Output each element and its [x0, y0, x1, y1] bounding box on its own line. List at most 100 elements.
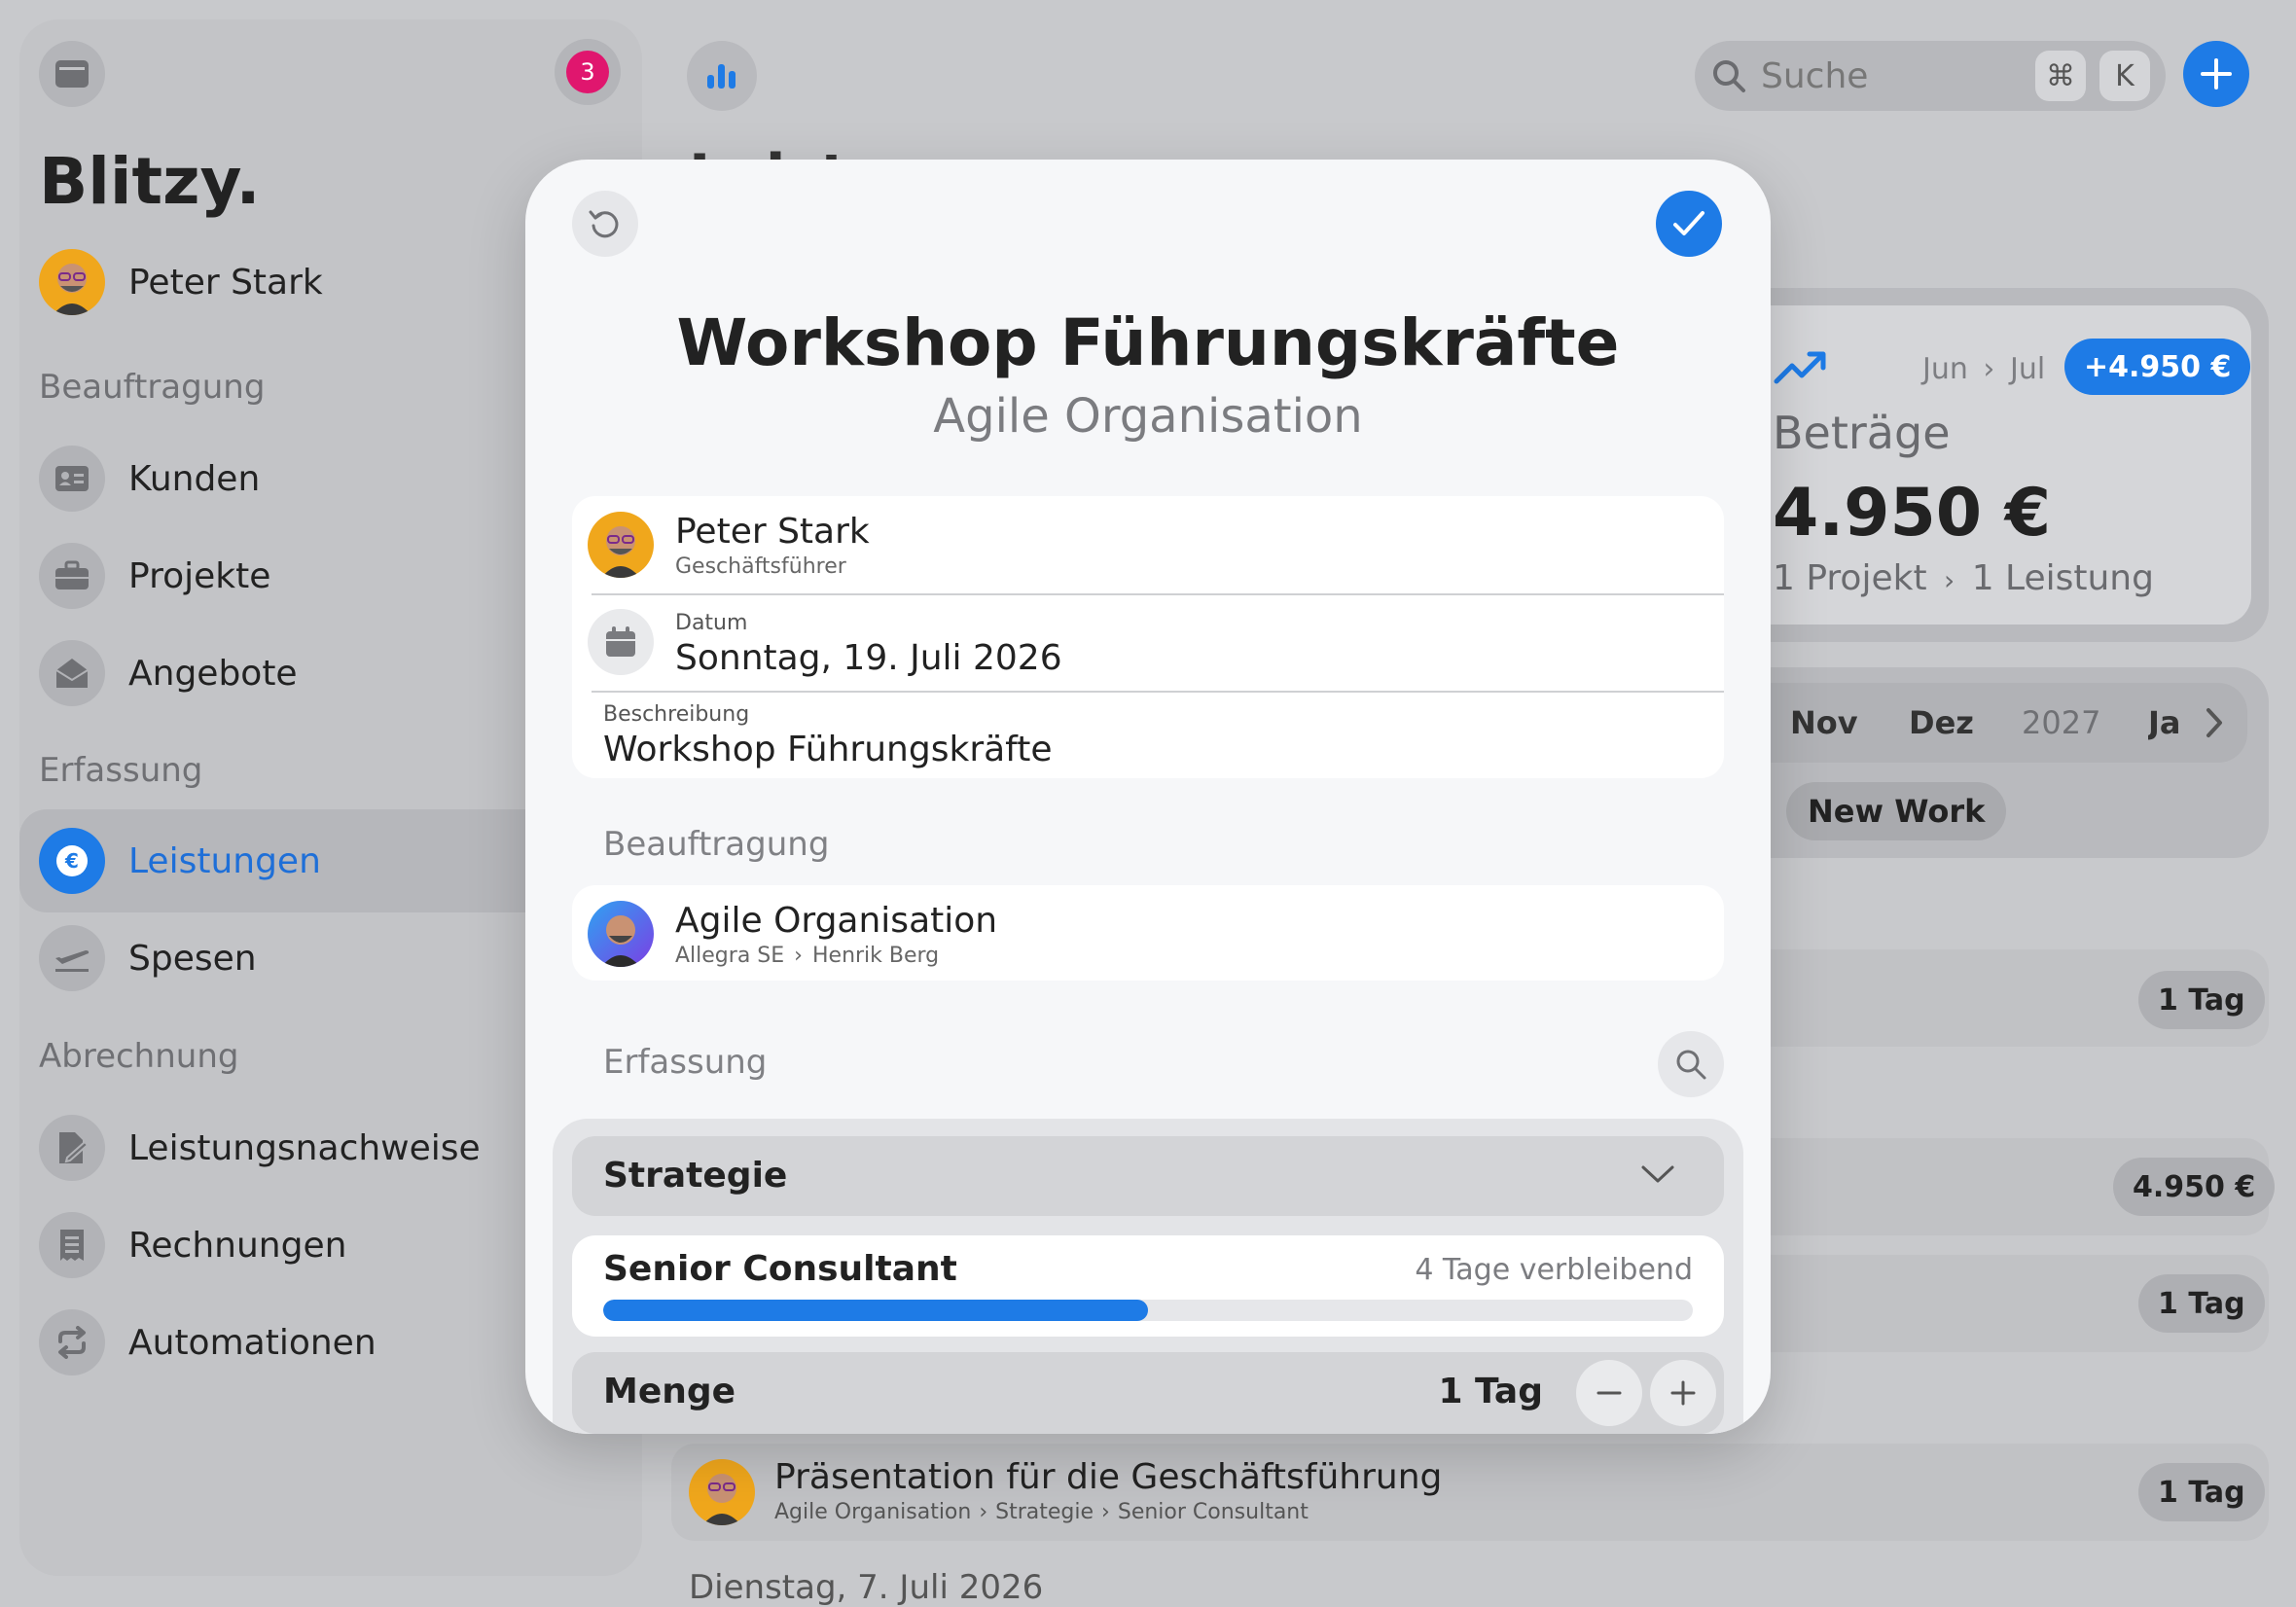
envelope-open-icon: [39, 640, 105, 706]
brand-logo: Blitzy.: [39, 144, 261, 219]
trend-up-icon: [1773, 348, 1829, 387]
section-erfassung: Erfassung: [603, 1043, 768, 1082]
undo-icon: [588, 206, 623, 241]
engagement-card[interactable]: Agile Organisation Allegra SE › Henrik B…: [572, 885, 1724, 981]
sidebar-item-label: Leistungen: [128, 840, 321, 881]
avatar: [588, 901, 654, 967]
section-beauftragung: Beauftragung: [603, 825, 830, 864]
user-name: Peter Stark: [128, 262, 323, 303]
remaining-days: 4 Tage verbleibend: [1415, 1253, 1693, 1287]
divider: [592, 593, 1724, 595]
section-erfassung: Erfassung: [39, 751, 203, 790]
increment-button[interactable]: [1650, 1360, 1716, 1426]
sidebar-item-leistungsnachweise[interactable]: Leistungsnachweise: [39, 1109, 481, 1187]
person-name[interactable]: Peter Stark: [675, 512, 870, 552]
quantity-stepper: Menge 1 Tag: [572, 1352, 1724, 1434]
duration-tag: 1 Tag: [2138, 971, 2265, 1029]
minus-icon: [1595, 1378, 1624, 1408]
duration-tag: 1 Tag: [2138, 1274, 2265, 1333]
engagement-name: Agile Organisation: [675, 901, 998, 941]
briefcase-icon: [39, 543, 105, 609]
notification-badge: 3: [566, 51, 609, 93]
decrement-button[interactable]: [1576, 1360, 1642, 1426]
stats-services: 1 Leistung: [1971, 558, 2154, 598]
month-2027[interactable]: 2027: [2022, 704, 2100, 741]
role-budget-card[interactable]: Senior Consultant 4 Tage verbleibend: [572, 1235, 1724, 1337]
statistics-button[interactable]: [687, 41, 757, 111]
search-icon: [1673, 1047, 1708, 1082]
chevron-right-icon[interactable]: [2205, 706, 2224, 739]
breadcrumb: Agile Organisation › Strategie › Senior …: [774, 1500, 1309, 1524]
bar-chart-icon: [705, 61, 738, 90]
month-jan[interactable]: Ja: [2148, 704, 2183, 741]
sidebar-item-label: Angebote: [128, 653, 298, 694]
description-field[interactable]: Workshop Führungskräfte: [603, 730, 1052, 769]
quantity-value: 1 Tag: [1438, 1372, 1543, 1411]
search-placeholder: Suche: [1761, 55, 1869, 96]
date-header: Dienstag, 7. Juli 2026: [689, 1568, 1044, 1607]
budget-progress-bar: [603, 1300, 1693, 1321]
search-bar[interactable]: Suche ⌘ K: [1695, 41, 2166, 111]
sidebar-item-automationen[interactable]: Automationen: [39, 1303, 377, 1381]
company-name: Allegra SE: [675, 944, 785, 968]
search-button[interactable]: [1658, 1031, 1724, 1097]
stats-range: Jun › Jul: [1922, 352, 2045, 386]
document-signature-icon: [39, 1115, 105, 1181]
add-button[interactable]: [2183, 41, 2249, 107]
plus-icon: [2200, 57, 2233, 90]
sidebar-item-leistungen[interactable]: € Leistungen: [39, 822, 321, 900]
month-dez[interactable]: Dez: [1909, 704, 1974, 741]
user-profile[interactable]: Peter Stark: [39, 249, 323, 315]
notifications-button[interactable]: 3: [555, 39, 621, 105]
range-from: Jun: [1922, 352, 1968, 386]
sidebar-item-label: Projekte: [128, 555, 271, 596]
breadcrumb-item: Agile Organisation: [774, 1500, 972, 1524]
sidebar-item-label: Rechnungen: [128, 1225, 347, 1266]
stats-amount: 4.950 €: [1773, 475, 2052, 552]
sidebar-item-angebote[interactable]: Angebote: [39, 634, 298, 712]
calendar-icon: [588, 609, 654, 675]
divider: [592, 691, 1724, 693]
section-abrechnung: Abrechnung: [39, 1037, 239, 1076]
avatar: [689, 1459, 755, 1525]
range-to: Jul: [2009, 352, 2046, 386]
date-label: Datum: [675, 611, 748, 635]
person-role: Geschäftsführer: [675, 554, 846, 579]
contact-card-icon: [39, 446, 105, 512]
category-select[interactable]: Strategie: [572, 1136, 1724, 1216]
sidebar-icon: [54, 59, 90, 89]
shortcut-k-key: K: [2099, 51, 2150, 101]
contact-name: Henrik Berg: [811, 944, 940, 968]
section-beauftragung: Beauftragung: [39, 368, 266, 407]
chevron-right-icon: ›: [794, 944, 803, 968]
sidebar-item-label: Leistungsnachweise: [128, 1127, 481, 1168]
sidebar-item-spesen[interactable]: Spesen: [39, 919, 257, 997]
reset-button[interactable]: [572, 191, 638, 257]
sidebar-item-label: Kunden: [128, 458, 261, 499]
sidebar-item-projekte[interactable]: Projekte: [39, 537, 270, 615]
edit-service-modal: Workshop Führungskräfte Agile Organisati…: [525, 160, 1771, 1434]
search-icon: [1710, 57, 1747, 94]
month-nov[interactable]: Nov: [1790, 704, 1858, 741]
sidebar-item-kunden[interactable]: Kunden: [39, 440, 260, 518]
breadcrumb-item: Strategie: [995, 1500, 1094, 1524]
sidebar-toggle-button[interactable]: [39, 41, 105, 107]
chevron-down-icon: [1640, 1163, 1675, 1185]
chevron-right-icon: ›: [1983, 352, 1995, 386]
sidebar-item-rechnungen[interactable]: Rechnungen: [39, 1206, 346, 1284]
modal-subtitle: Agile Organisation: [933, 389, 1363, 444]
date-field[interactable]: Sonntag, 19. Juli 2026: [675, 638, 1062, 678]
airplane-departure-icon: [39, 925, 105, 991]
avatar[interactable]: [588, 512, 654, 578]
euro-icon: €: [39, 828, 105, 894]
filter-chip-new-work[interactable]: New Work: [1786, 782, 2007, 840]
confirm-button[interactable]: [1656, 191, 1722, 257]
svg-text:€: €: [64, 849, 79, 873]
receipt-icon: [39, 1212, 105, 1278]
plus-icon: [1668, 1378, 1698, 1408]
engagement-breadcrumb: Allegra SE › Henrik Berg: [675, 944, 939, 968]
quantity-label: Menge: [603, 1372, 736, 1411]
sidebar-item-label: Spesen: [128, 938, 257, 979]
details-card: Peter Stark Geschäftsführer Datum Sonnta…: [572, 496, 1724, 778]
sidebar-item-label: Automationen: [128, 1322, 377, 1363]
